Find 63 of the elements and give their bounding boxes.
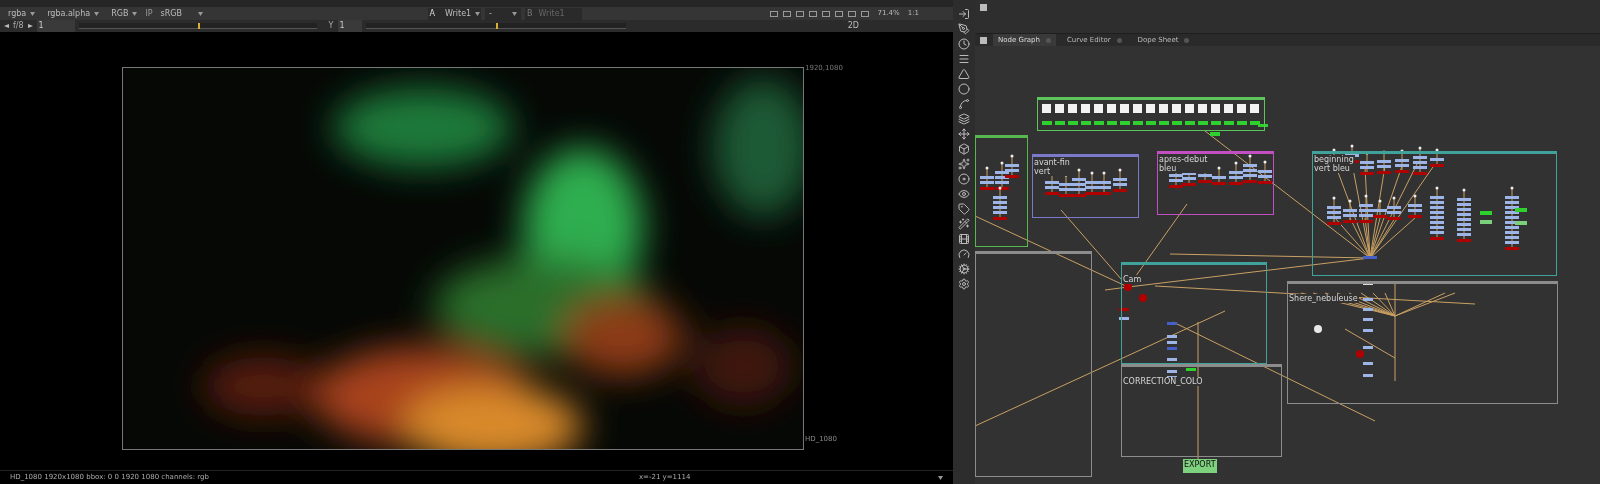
backdrop-node[interactable]: Shere_nebuleuse (1287, 281, 1558, 404)
export-node[interactable]: EXPORT (1183, 459, 1217, 473)
disc-icon[interactable] (958, 173, 970, 185)
backdrop-node[interactable] (975, 251, 1092, 477)
view-mode-dropdown[interactable]: 2D (847, 20, 859, 32)
backdrop-node[interactable] (975, 135, 1028, 247)
layers-icon[interactable] (958, 113, 970, 125)
curve-icon[interactable] (958, 98, 970, 110)
cog-icon[interactable] (958, 263, 970, 275)
arrow-in-icon[interactable] (958, 8, 970, 20)
alpha-dropdown[interactable]: rgba.alpha (43, 7, 104, 20)
input-a-label: A (428, 7, 436, 20)
clock-icon[interactable] (958, 38, 970, 50)
backdrop-node[interactable]: Cam (1121, 262, 1267, 364)
caret-icon (30, 11, 36, 16)
operation-dropdown[interactable]: - (485, 7, 521, 20)
backdrop-label: apres-debut bleu (1158, 155, 1209, 173)
pane-menu-icon[interactable] (980, 36, 987, 44)
film-icon[interactable] (958, 233, 970, 245)
lut-dropdown[interactable]: sRGB (156, 7, 207, 20)
wand-icon[interactable] (958, 218, 970, 230)
gamma-label: Y (328, 20, 334, 32)
channels-dropdown[interactable]: rgba (4, 7, 40, 20)
backdrop-label: avant-fin vert (1033, 158, 1071, 176)
caret-icon (27, 24, 33, 28)
caret-icon (938, 475, 943, 480)
tag-icon[interactable] (958, 203, 970, 215)
backdrop-label: CORRECTION_COLO (1122, 377, 1204, 386)
gauge-icon[interactable] (958, 248, 970, 260)
backdrop-node[interactable] (1037, 97, 1265, 131)
eye-icon[interactable] (958, 188, 970, 200)
display-dropdown[interactable]: RGB (107, 7, 142, 20)
fstop-label[interactable]: f/8 (13, 20, 24, 32)
backdrop-node[interactable]: apres-debut bleu (1157, 151, 1274, 215)
ip-toggle[interactable]: IP (145, 7, 153, 20)
cube-icon[interactable] (958, 143, 970, 155)
backdrop-label: Shere_nebuleuse (1288, 294, 1359, 303)
backdrop-node[interactable]: beginning vert bleu (1312, 151, 1557, 276)
backdrop-node[interactable]: avant-fin vert (1032, 154, 1139, 218)
slider-thumb[interactable] (495, 23, 498, 29)
menu-icon[interactable] (958, 53, 970, 65)
slider-thumb[interactable] (197, 23, 200, 29)
gain-slider[interactable] (78, 23, 317, 29)
gamma-slider[interactable] (365, 23, 626, 29)
caret-icon (4, 24, 9, 28)
triangle-icon[interactable] (958, 68, 970, 80)
caret-icon (197, 11, 203, 16)
backdrop-label: beginning vert bleu (1313, 155, 1355, 173)
pen-icon[interactable] (958, 23, 970, 35)
caret-icon (94, 11, 100, 16)
gain-field[interactable]: 1 (36, 20, 75, 32)
caret-icon (475, 11, 481, 16)
input-b-label: B (526, 7, 534, 20)
backdrop-label: Cam (1122, 275, 1143, 284)
caret-icon (512, 11, 517, 16)
move-icon[interactable] (958, 128, 970, 140)
circle-icon[interactable] (958, 83, 970, 95)
gamma-field[interactable]: 1 (337, 20, 362, 32)
sparkle-icon[interactable] (958, 158, 970, 170)
settings-icon[interactable] (958, 278, 970, 290)
input-a-dropdown[interactable]: Write1 (441, 7, 481, 20)
backdrop-node[interactable]: CORRECTION_COLO (1121, 364, 1282, 457)
caret-icon (132, 11, 138, 16)
